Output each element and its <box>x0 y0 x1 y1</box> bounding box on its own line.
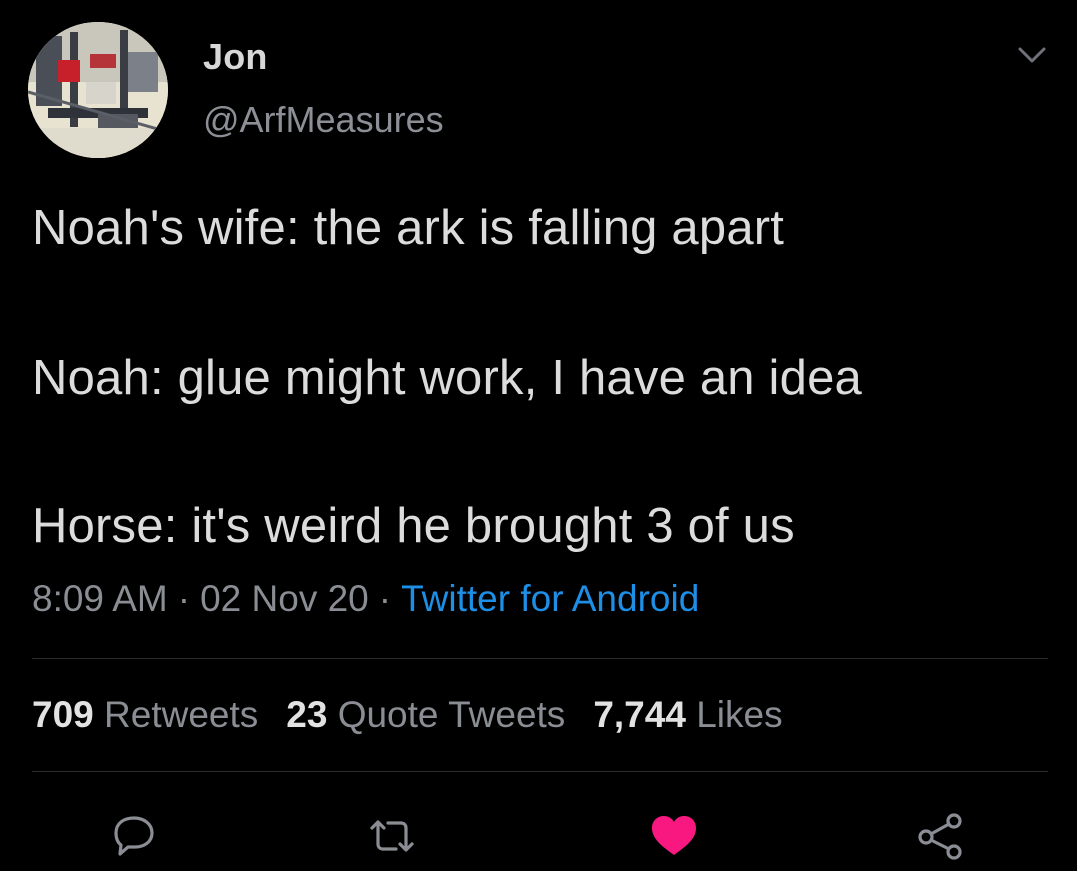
tweet-card: Jon @ArfMeasures Noah's wife: the ark is… <box>0 0 1077 871</box>
tweet-stats: 709 Retweets 23 Quote Tweets 7,744 Likes <box>32 694 811 736</box>
tweet-text-line: Noah's wife: the ark is falling apart <box>32 201 785 255</box>
heart-icon <box>652 816 696 855</box>
tweet-date: 02 Nov 20 <box>200 578 369 619</box>
reply-button[interactable] <box>106 808 162 864</box>
share-icon <box>918 813 962 860</box>
retweets-stat[interactable]: 709 Retweets <box>32 694 258 736</box>
avatar[interactable] <box>28 22 168 158</box>
quote-tweets-count: 23 <box>286 694 328 735</box>
divider <box>32 771 1048 772</box>
tweet-text-line: Horse: it's weird he brought 3 of us <box>32 499 795 553</box>
retweets-label: Retweets <box>104 694 259 735</box>
avatar-image <box>28 22 168 158</box>
reply-icon <box>114 816 154 856</box>
quote-tweets-stat[interactable]: 23 Quote Tweets <box>286 694 565 736</box>
likes-label: Likes <box>696 694 783 735</box>
display-name[interactable]: Jon <box>203 36 268 78</box>
tweet-text-line: Noah: glue might work, I have an idea <box>32 351 862 405</box>
tweet-time: 8:09 AM <box>32 578 168 619</box>
tweet-source-link[interactable]: Twitter for Android <box>401 578 699 619</box>
chevron-down-icon[interactable] <box>1012 40 1052 70</box>
retweet-icon <box>370 820 414 852</box>
quote-tweets-label: Quote Tweets <box>337 694 566 735</box>
tweet-metadata: 8:09 AM · 02 Nov 20 · Twitter for Android <box>32 578 699 620</box>
user-handle[interactable]: @ArfMeasures <box>203 99 444 141</box>
retweet-button[interactable] <box>364 808 420 864</box>
like-button[interactable] <box>646 808 702 864</box>
share-button[interactable] <box>912 808 968 864</box>
meta-separator: · <box>177 578 191 619</box>
retweets-count: 709 <box>32 694 94 735</box>
meta-separator: · <box>378 578 392 619</box>
likes-count: 7,744 <box>593 694 686 735</box>
likes-stat[interactable]: 7,744 Likes <box>593 694 782 736</box>
divider <box>32 658 1048 659</box>
